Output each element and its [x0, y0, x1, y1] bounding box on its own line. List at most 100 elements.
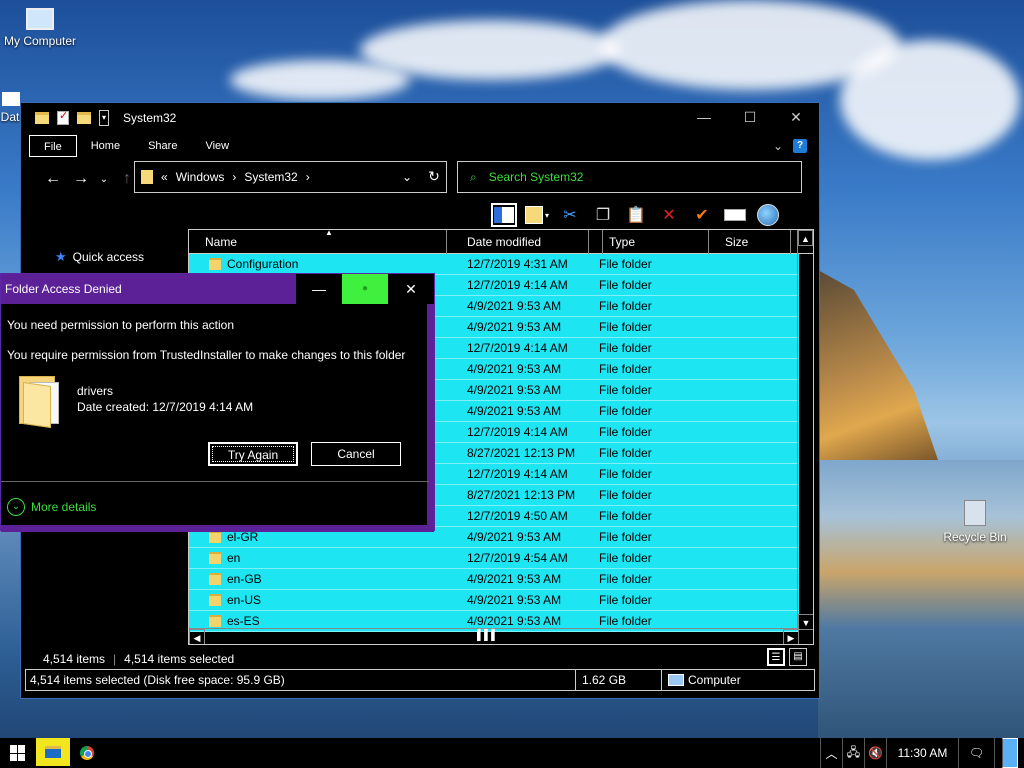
desktop-icon-label: Recycle Bin	[943, 530, 1007, 544]
computer-icon	[668, 674, 684, 686]
globe-icon[interactable]	[755, 203, 781, 227]
customize-quick-access-icon[interactable]: ▾	[99, 110, 109, 126]
table-row[interactable]: en 12/7/2019 4:54 AM File folder	[189, 548, 799, 569]
preview-pane-icon[interactable]	[491, 203, 517, 227]
minimize-button[interactable]: —	[681, 103, 727, 133]
cell-date-modified: 12/7/2019 4:14 AM	[467, 425, 568, 439]
show-hidden-icons-chevron-icon[interactable]: ︿	[820, 738, 842, 768]
command-toolbar: ▾ ✂ ❐ 📋 ✕ ✔	[491, 201, 781, 229]
tab-home[interactable]: Home	[77, 135, 134, 157]
desktop-icon-recycle-bin[interactable]: Recycle Bin	[940, 500, 1010, 544]
start-button[interactable]	[0, 738, 36, 768]
table-row[interactable]: en-US 4/9/2021 9:53 AM File folder	[189, 590, 799, 611]
copy-icon[interactable]: ❐	[590, 203, 616, 227]
cut-icon[interactable]: ✂	[557, 203, 583, 227]
back-arrow-icon[interactable]: ←	[39, 170, 67, 188]
cell-name: en-US	[189, 593, 449, 607]
horizontal-scrollbar[interactable]: ◀ ▌▌▌ ▶	[189, 628, 799, 644]
details-view-icon[interactable]: ☰	[767, 648, 785, 666]
window-title: System32	[123, 111, 177, 125]
cell-date-modified: 4/9/2021 9:53 AM	[467, 572, 562, 586]
column-name[interactable]: Name	[189, 230, 447, 254]
large-icons-view-icon[interactable]: ▤	[789, 648, 807, 666]
properties-quick-icon[interactable]	[57, 109, 69, 125]
dialog-maximize-button[interactable]: ●	[342, 274, 388, 304]
breadcrumb-windows[interactable]: Windows	[176, 170, 225, 184]
desktop-icon-my-computer[interactable]: My Computer	[2, 8, 78, 48]
network-icon[interactable]: 🖧	[842, 738, 864, 768]
rename-icon[interactable]	[722, 203, 748, 227]
chevron-right-icon[interactable]: ›	[306, 170, 310, 184]
help-icon[interactable]: ?	[793, 139, 807, 153]
cell-type: File folder	[599, 551, 652, 565]
cell-type: File folder	[599, 383, 652, 397]
dialog-close-button[interactable]: ✕	[388, 274, 434, 304]
try-again-button[interactable]: Try Again	[208, 442, 298, 466]
forward-arrow-icon[interactable]: →	[67, 170, 95, 188]
address-dropdown-icon[interactable]: ⌄	[402, 170, 412, 184]
close-button[interactable]: ✕	[773, 103, 819, 133]
cell-type: File folder	[599, 425, 652, 439]
star-icon: ★	[55, 249, 67, 264]
status-bar: 4,514 items | 4,514 items selected	[43, 652, 235, 666]
scroll-grip-icon[interactable]: ▌▌▌	[477, 630, 498, 641]
dialog-body: You need permission to perform this acti…	[1, 304, 434, 532]
dialog-minimize-button[interactable]: —	[296, 274, 342, 304]
file-name: Configuration	[227, 257, 299, 271]
tab-file[interactable]: File	[29, 135, 77, 157]
desktop-icon-data[interactable]: Dat	[0, 92, 22, 124]
column-header: ▲ Name Date modified Type Size	[189, 230, 813, 254]
column-date-modified[interactable]: Date modified	[447, 230, 589, 254]
column-type[interactable]: Type	[603, 230, 709, 254]
delete-icon[interactable]: ✕	[656, 203, 682, 227]
chevron-right-icon[interactable]: ›	[232, 170, 236, 184]
recent-locations-chevron-icon[interactable]: ⌄	[95, 174, 113, 185]
scroll-up-icon[interactable]: ▲	[798, 230, 813, 246]
scroll-down-icon[interactable]: ▼	[798, 614, 813, 630]
address-overflow[interactable]: «	[161, 170, 168, 184]
tab-view[interactable]: View	[191, 135, 243, 157]
search-input[interactable]: ⌕ Search System32	[457, 161, 802, 193]
cell-type: File folder	[599, 404, 652, 418]
folder-icon	[209, 258, 221, 270]
clock[interactable]: 11:30 AM	[886, 738, 958, 768]
column-size[interactable]: Size	[709, 230, 791, 254]
breadcrumb-system32[interactable]: System32	[244, 170, 297, 184]
cell-date-modified: 12/7/2019 4:31 AM	[467, 257, 568, 271]
desktop-icon-label: My Computer	[3, 34, 77, 48]
new-folder-icon[interactable]	[77, 112, 91, 124]
divider	[1, 481, 429, 482]
table-row[interactable]: Configuration 12/7/2019 4:31 AM File folde…	[189, 254, 799, 275]
more-details-toggle[interactable]: ⌄ More details	[7, 498, 96, 516]
expand-ribbon-icon[interactable]: ⌄	[773, 139, 783, 153]
taskbar-file-explorer[interactable]	[36, 738, 70, 768]
folder-icon	[19, 374, 61, 428]
scroll-left-icon[interactable]: ◀	[189, 628, 205, 644]
cell-type: File folder	[599, 299, 652, 313]
refresh-icon[interactable]: ↻	[421, 161, 447, 193]
checkmark-icon[interactable]: ✔	[689, 203, 715, 227]
system-tray: ︿ 🖧 🔇 11:30 AM 🗨	[820, 738, 1024, 768]
show-desktop-button[interactable]	[994, 738, 1024, 768]
chrome-icon	[80, 746, 94, 760]
address-bar[interactable]: « Windows › System32 › ⌄	[134, 161, 447, 193]
search-placeholder: Search System32	[488, 170, 584, 184]
selection-size: 1.62 GB	[575, 670, 661, 690]
cancel-button[interactable]: Cancel	[311, 442, 401, 466]
cell-name: en	[189, 551, 449, 565]
title-bar: ▾ System32 — ☐ ✕	[21, 103, 819, 133]
vertical-scrollbar[interactable]: ▲ ▼	[797, 230, 813, 630]
maximize-button[interactable]: ☐	[727, 103, 773, 133]
table-row[interactable]: en-GB 4/9/2021 9:53 AM File folder	[189, 569, 799, 590]
paste-icon[interactable]: 📋	[623, 203, 649, 227]
taskbar-chrome[interactable]	[70, 738, 104, 768]
details-status-bar: 4,514 items selected (Disk free space: 9…	[25, 669, 815, 691]
properties-icon[interactable]: ▾	[524, 203, 550, 227]
scroll-right-icon[interactable]: ▶	[783, 628, 799, 644]
file-name: es-ES	[227, 614, 260, 628]
tab-share[interactable]: Share	[134, 135, 191, 157]
nav-quick-access[interactable]: ★ Quick access	[55, 249, 144, 265]
volume-muted-icon[interactable]: 🔇	[864, 738, 886, 768]
action-center-icon[interactable]: 🗨	[958, 738, 994, 768]
folder-icon	[209, 531, 221, 543]
